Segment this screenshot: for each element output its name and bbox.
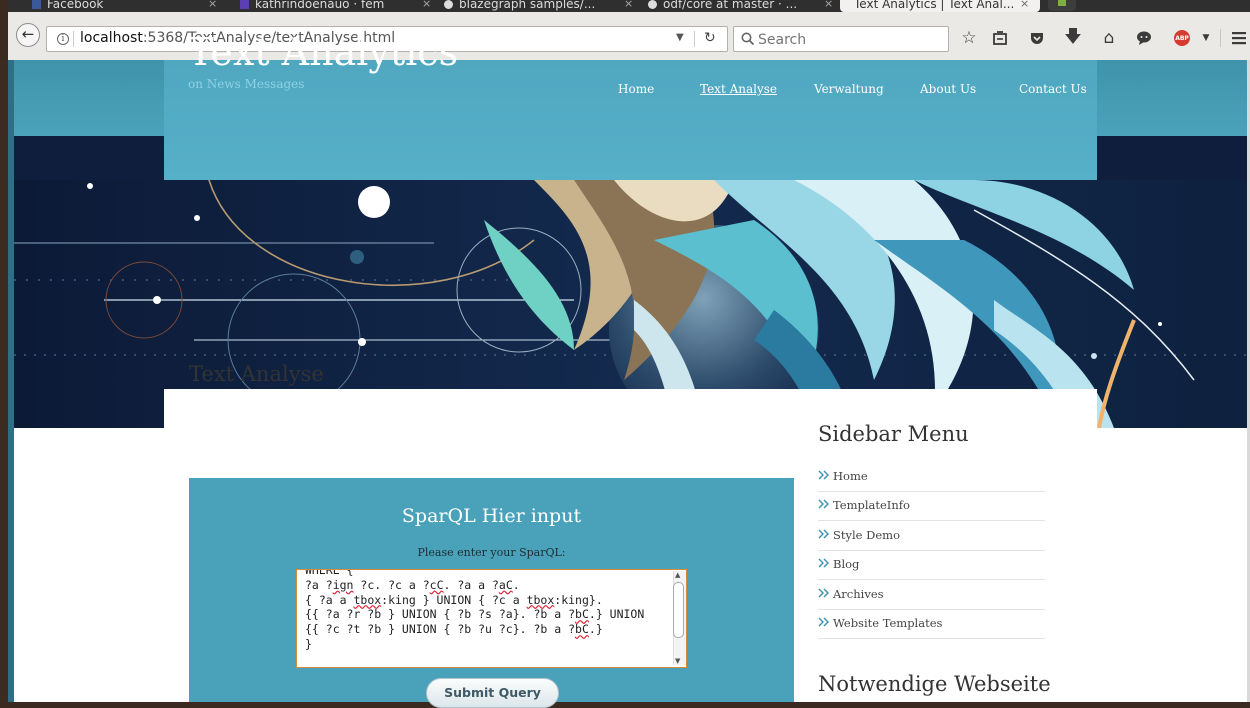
tab-blazegraph[interactable]: blazegraph samples/... [444,0,632,12]
query-line: { ?a a tbox:king } UNION { ?c a tbox:kin… [305,592,603,607]
query-line: {{ ?a ?r ?b } UNION { ?b ?s ?a}. ?b a ?b… [305,607,645,622]
sidebar-item-archives[interactable]: Archives [818,581,1045,610]
sparql-query-textarea[interactable]: WHERE { ?a ?ign ?c. ?c a ?cC. ?a a ?aC. … [296,569,687,668]
chat-icon[interactable] [1133,28,1155,48]
submit-query-button[interactable]: Submit Query [426,678,559,708]
site-subtitle: on News Messages [188,77,305,91]
scroll-up-icon[interactable]: ▲ [675,571,680,579]
close-icon[interactable]: × [1020,0,1029,9]
facebook-icon [32,0,41,9]
close-icon[interactable]: × [624,0,633,9]
github-icon [648,0,657,9]
bookmark-star-icon[interactable]: ☆ [958,28,980,48]
tab-strip: Facebook × kathrindoenauo · fem × blazeg… [8,0,1250,12]
close-icon[interactable]: × [208,0,217,9]
tab-odf[interactable]: odf/core at master · ... [648,0,834,12]
url-divider [694,31,695,47]
abp-label: ABP [1175,34,1189,42]
search-input[interactable] [733,26,949,52]
nav-home[interactable]: Home [618,82,654,96]
query-line: } [305,636,312,651]
scroll-down-icon[interactable]: ▼ [675,657,680,665]
double-chevron-right-icon [818,558,829,568]
sidebar-item-label: TemplateInfo [833,498,910,512]
reload-icon[interactable]: ↻ [704,30,716,46]
back-arrow-icon[interactable]: ← [16,23,40,47]
chevron-down-icon[interactable]: ▼ [1195,28,1217,48]
double-chevron-right-icon [818,470,829,480]
info-icon[interactable]: i [57,33,69,45]
tab-kathrin[interactable]: kathrindoenauo · fem [240,0,430,12]
download-icon[interactable]: 🡇 [1062,27,1084,48]
hamburger-menu-icon[interactable] [1228,28,1250,48]
double-chevron-right-icon [818,588,829,598]
chevron-down-icon[interactable]: ▼ [676,32,684,43]
toolbar-divider [1220,29,1221,47]
form-label: Please enter your SparQL: [417,546,566,559]
sidebar-item-website-templates[interactable]: Website Templates [818,610,1045,639]
sidebar-heading-notwendige: Notwendige Webseite [818,672,1051,696]
form-title: SparQL Hier input [401,505,582,527]
pocket-icon[interactable] [1026,28,1048,48]
nav-verwaltung[interactable]: Verwaltung [814,82,884,96]
window-edge [0,60,8,702]
nav-contact-us[interactable]: Contact Us [1019,82,1087,96]
tab-label: blazegraph samples/... [459,0,596,11]
sidebar-item-home[interactable]: Home [818,463,1045,492]
tab-facebook[interactable]: Facebook [32,0,228,12]
sidebar-item-label: Home [833,469,868,483]
sidebar-item-label: Blog [833,557,860,571]
home-icon[interactable]: ⌂ [1098,28,1120,48]
site-icon [240,0,249,9]
close-icon[interactable]: × [422,0,431,9]
search-icon [741,32,755,46]
tab-text-analytics[interactable]: Text Analytics | Text Anal... [840,0,1040,12]
nav-text-analyse[interactable]: Text Analyse [700,82,777,96]
query-text: WHERE { ?a ?ign ?c. ?c a ?cC. ?a a ?aC. … [305,569,645,651]
url-host: localhost [80,30,143,46]
adblock-plus-icon[interactable]: ABP [1174,30,1190,46]
nav-about-us[interactable]: About Us [920,82,976,96]
sidebar-item-label: Archives [833,587,884,601]
tab-label: Text Analytics | Text Anal... [854,0,1015,11]
sidebar-item-label: Style Demo [833,528,900,542]
tab-label: Facebook [47,0,104,11]
sidebar-item-templateinfo[interactable]: TemplateInfo [818,492,1045,521]
close-icon[interactable]: × [824,0,833,9]
query-line: ?a ?ign ?c. ?c a ?cC. ?a a ?aC. [305,577,520,592]
github-icon [444,0,453,9]
sidebar-item-label: Website Templates [833,616,943,630]
sidebar-heading: Sidebar Menu [818,422,969,446]
scrollbar-thumb[interactable] [673,582,684,638]
query-line: {{ ?c ?t ?b } UNION { ?b ?u ?c}. ?b a ?b… [305,622,603,637]
bookmarks-library-icon[interactable] [989,28,1011,48]
new-tab-button[interactable] [1048,0,1076,11]
tab-label: kathrindoenauo · fem [255,0,385,11]
tab-label: odf/core at master · ... [663,0,798,11]
sidebar-item-style-demo[interactable]: Style Demo [818,522,1045,551]
plus-icon [1058,0,1066,6]
page-heading: Text Analyse [189,362,324,386]
site-title: Text Analytics [188,30,459,74]
sidebar-item-blog[interactable]: Blog [818,551,1045,580]
double-chevron-right-icon [818,529,829,539]
url-divider [73,31,74,47]
double-chevron-right-icon [818,499,829,509]
double-chevron-right-icon [818,617,829,627]
